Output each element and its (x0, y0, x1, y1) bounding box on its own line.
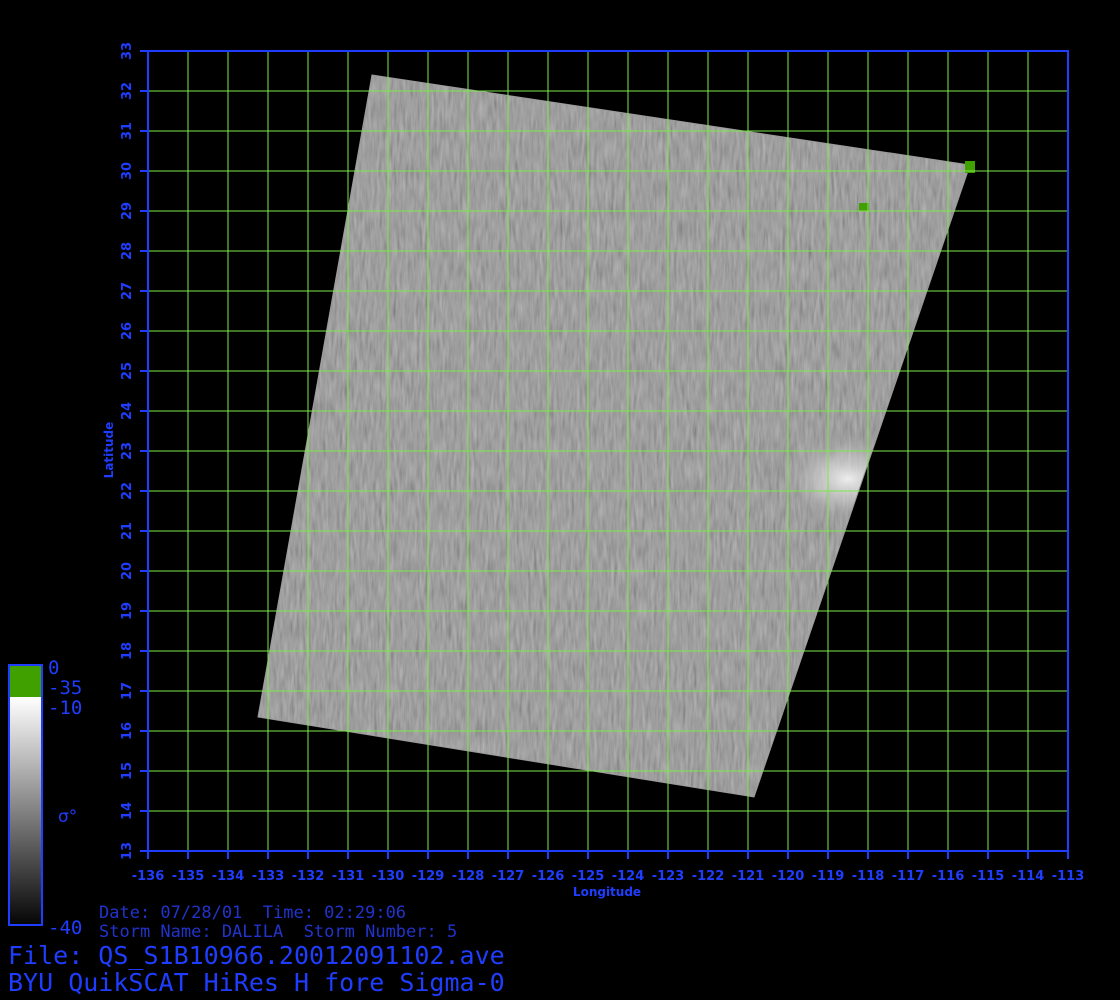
colorbar-flag-segment (9, 665, 42, 697)
longitude-tick-label: -129 (412, 869, 445, 884)
latitude-tick-label: 32 (120, 82, 135, 100)
longitude-tick-label: -127 (492, 869, 525, 884)
longitude-tick-label: -120 (772, 869, 805, 884)
longitude-tick-label: -136 (132, 869, 165, 884)
latitude-tick-label: 20 (120, 562, 135, 580)
colorbar: 0 -35 -10 σ° -40 (8, 657, 82, 939)
latitude-tick-label: 13 (120, 842, 135, 860)
longitude-tick-label: -128 (452, 869, 485, 884)
longitude-tick-label: -114 (1012, 869, 1045, 884)
longitude-axis: -136 -135 -134 -133 -132 -131 -130 -129 -128 -127… (132, 851, 1085, 884)
latitude-tick-label: 24 (120, 402, 135, 420)
latitude-tick-label: 33 (120, 42, 135, 60)
longitude-tick-label: -118 (852, 869, 885, 884)
latitude-tick-label: 16 (120, 722, 135, 740)
longitude-tick-label: -122 (692, 869, 725, 884)
colorbar-lower-label: -40 (48, 917, 82, 939)
latitude-tick-label: 27 (120, 282, 135, 300)
latitude-tick-label: 26 (120, 322, 135, 340)
colorbar-gradient (9, 697, 42, 925)
date-time-line: Date: 07/28/01 Time: 02:29:06 (99, 903, 406, 923)
longitude-tick-label: -126 (532, 869, 565, 884)
colorbar-upper-label: -10 (48, 697, 82, 719)
file-line: File: QS_S1B10966.20012091102.ave (8, 941, 505, 970)
longitude-tick-label: -134 (212, 869, 245, 884)
longitude-tick-label: -135 (172, 869, 205, 884)
longitude-tick-label: -113 (1052, 869, 1085, 884)
latitude-tick-label: 28 (120, 242, 135, 260)
latitude-tick-label: 23 (120, 442, 135, 460)
longitude-tick-label: -119 (812, 869, 845, 884)
product-line: BYU QuikSCAT HiRes H fore Sigma-0 (8, 968, 505, 997)
lat-lon-grid (147, 50, 1069, 852)
longitude-tick-label: -130 (372, 869, 405, 884)
longitude-tick-label: -121 (732, 869, 765, 884)
colorbar-flag-label: -35 (48, 677, 82, 699)
latitude-tick-label: 21 (120, 522, 135, 540)
storm-line: Storm Name: DALILA Storm Number: 5 (99, 922, 457, 942)
longitude-tick-label: -117 (892, 869, 925, 884)
latitude-tick-label: 30 (120, 162, 135, 180)
latitude-tick-label: 17 (120, 682, 135, 700)
longitude-tick-label: -133 (252, 869, 285, 884)
longitude-tick-label: -132 (292, 869, 325, 884)
longitude-tick-label: -125 (572, 869, 605, 884)
longitude-tick-label: -123 (652, 869, 685, 884)
longitude-tick-label: -115 (972, 869, 1005, 884)
x-axis-title: Longitude (573, 885, 641, 899)
latitude-tick-label: 31 (120, 122, 135, 140)
latitude-tick-label: 15 (120, 762, 135, 780)
latitude-tick-label: 22 (120, 482, 135, 500)
longitude-tick-label: -116 (932, 869, 965, 884)
latitude-tick-label: 29 (120, 202, 135, 220)
colorbar-symbol: σ° (58, 807, 77, 827)
longitude-tick-label: -124 (612, 869, 645, 884)
latitude-tick-label: 14 (120, 802, 135, 820)
sigma0-map-figure: -136 -135 -134 -133 -132 -131 -130 -129 -128 -127… (8, 42, 1085, 997)
latitude-axis: 13 14 15 16 17 18 19 20 21 22 23 24 25 26 27 28 29 30 31 32… (120, 42, 148, 860)
latitude-tick-label: 25 (120, 362, 135, 380)
bright-sigma0-spot (778, 434, 918, 524)
y-axis-title: Latitude (102, 422, 116, 479)
longitude-tick-label: -131 (332, 869, 365, 884)
latitude-tick-label: 19 (120, 602, 135, 620)
colorbar-top-label: 0 (48, 657, 59, 679)
latitude-tick-label: 18 (120, 642, 135, 660)
